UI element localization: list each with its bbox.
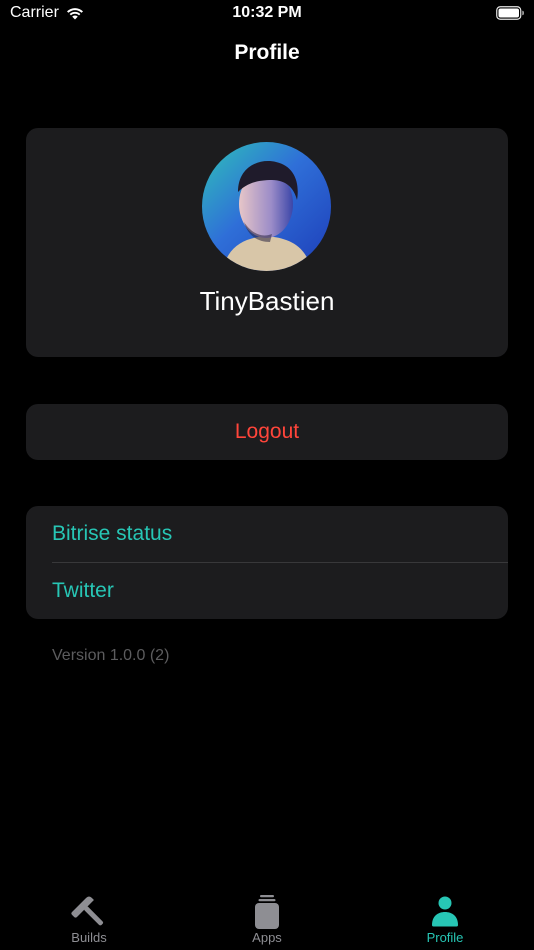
tab-label: Profile: [426, 930, 464, 945]
battery-icon: [496, 6, 524, 20]
tab-builds[interactable]: Builds: [0, 884, 178, 950]
link-label: Bitrise status: [52, 522, 173, 545]
tab-profile[interactable]: Profile: [356, 884, 534, 950]
profile-card: TinyBastien: [26, 128, 508, 357]
twitter-link[interactable]: Twitter: [26, 563, 508, 619]
tab-apps[interactable]: Apps: [178, 884, 356, 950]
version-label: Version 1.0.0 (2): [52, 647, 170, 664]
link-label: Twitter: [52, 579, 114, 602]
tab-label: Apps: [252, 930, 282, 945]
logout-card: Logout: [26, 404, 508, 460]
bitrise-status-link[interactable]: Bitrise status: [26, 506, 508, 562]
hammer-icon: [71, 896, 104, 926]
person-icon: [432, 896, 458, 927]
stack-icon: [255, 895, 279, 929]
page-title: Profile: [234, 41, 300, 64]
avatar-image: [202, 142, 331, 271]
username: TinyBastien: [199, 286, 335, 316]
avatar: [202, 142, 331, 271]
links-card: Bitrise status Twitter: [26, 506, 508, 619]
tab-label: Builds: [71, 930, 107, 945]
logout-button[interactable]: Logout: [26, 404, 508, 460]
status-bar: Carrier 10:32 PM: [0, 0, 534, 30]
status-time: 10:32 PM: [232, 4, 302, 21]
tab-bar: Builds Apps Profile: [0, 884, 534, 950]
